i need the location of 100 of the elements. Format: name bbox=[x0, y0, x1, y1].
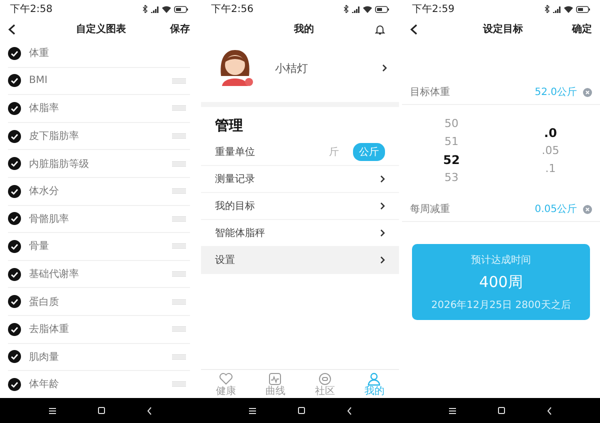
drag-handle-icon[interactable] bbox=[172, 78, 186, 84]
heart-icon bbox=[218, 372, 233, 386]
menu-item[interactable]: 测量记录 bbox=[215, 172, 380, 186]
drag-handle-icon[interactable] bbox=[172, 188, 186, 194]
checkbox[interactable] bbox=[8, 46, 21, 60]
menu-item[interactable]: 重量单位 bbox=[215, 145, 315, 159]
chevron-icon bbox=[380, 229, 385, 237]
clear-icon[interactable] bbox=[583, 88, 592, 96]
chevron-icon bbox=[380, 175, 385, 183]
battery-icon bbox=[174, 6, 188, 12]
metric-label: 体脂率 bbox=[29, 102, 60, 116]
confirm-button[interactable]: 确定 bbox=[572, 22, 592, 36]
field-value[interactable]: 0.05公斤 bbox=[534, 202, 577, 216]
status-time: 下午2:58 bbox=[10, 3, 52, 16]
checkbox[interactable] bbox=[8, 268, 21, 281]
checkbox[interactable] bbox=[8, 350, 21, 364]
tab[interactable]: 社区 bbox=[300, 370, 350, 398]
signal-icon bbox=[553, 6, 561, 12]
wifi-icon bbox=[162, 6, 171, 12]
battery-icon bbox=[576, 6, 590, 12]
drag-handle-icon[interactable] bbox=[172, 216, 186, 222]
picker-option[interactable]: 52 bbox=[443, 151, 460, 169]
chart-icon bbox=[268, 372, 282, 386]
tab[interactable]: 曲线 bbox=[250, 370, 300, 398]
metric-label: 基础代谢率 bbox=[29, 268, 80, 282]
bluetooth-icon bbox=[545, 5, 550, 13]
picker-option[interactable]: 50 bbox=[444, 115, 458, 133]
wifi-icon bbox=[363, 6, 372, 12]
metric-label: 骨骼肌率 bbox=[29, 212, 70, 226]
checkbox[interactable] bbox=[8, 322, 21, 336]
picker-option[interactable]: .0 bbox=[544, 124, 557, 142]
field-label: 每周减重 bbox=[410, 202, 451, 216]
picker-option[interactable]: 53 bbox=[444, 169, 458, 187]
checkbox[interactable] bbox=[8, 212, 21, 226]
home-icon[interactable] bbox=[498, 407, 504, 414]
drag-handle-icon[interactable] bbox=[172, 271, 186, 278]
metric-label: 内脏脂肪等级 bbox=[29, 158, 90, 171]
checkbox[interactable] bbox=[8, 157, 21, 170]
drag-handle-icon[interactable] bbox=[172, 354, 186, 360]
unit-option[interactable]: 斤 bbox=[323, 143, 345, 161]
drag-handle-icon[interactable] bbox=[172, 105, 186, 112]
status-time: 下午2:56 bbox=[211, 3, 254, 16]
bluetooth-icon bbox=[143, 5, 148, 13]
bluetooth-icon bbox=[344, 5, 349, 13]
checkbox[interactable] bbox=[8, 240, 21, 253]
estimate-value: 400周 bbox=[479, 272, 523, 292]
metric-label: BMI bbox=[29, 75, 48, 86]
back-icon[interactable] bbox=[410, 24, 418, 34]
metric-label: 体水分 bbox=[29, 184, 60, 198]
checkbox[interactable] bbox=[8, 184, 21, 198]
menu-icon[interactable] bbox=[48, 408, 56, 414]
wifi-icon bbox=[564, 6, 573, 12]
bell-icon[interactable] bbox=[375, 24, 385, 34]
picker-option[interactable]: .1 bbox=[545, 160, 556, 178]
drag-handle-icon[interactable] bbox=[172, 133, 186, 140]
estimate-date: 2026年12月25日 2800天之后 bbox=[431, 298, 571, 312]
home-icon[interactable] bbox=[98, 407, 104, 414]
menu-icon[interactable] bbox=[448, 408, 456, 414]
unit-option[interactable]: 公斤 bbox=[353, 143, 385, 161]
screen-title: 设定目标 bbox=[483, 22, 523, 36]
checkbox[interactable] bbox=[8, 130, 21, 143]
checkbox[interactable] bbox=[8, 74, 21, 88]
screen-title: 我的 bbox=[294, 22, 314, 36]
menu-item[interactable]: 智能体脂秤 bbox=[215, 226, 380, 240]
picker-option[interactable]: .05 bbox=[542, 142, 560, 160]
checkbox[interactable] bbox=[8, 295, 21, 308]
chevron-icon bbox=[380, 202, 385, 210]
user-name[interactable]: 小桔灯 bbox=[275, 60, 362, 76]
metric-label: 去脂体重 bbox=[29, 322, 70, 336]
metric-label: 皮下脂肪率 bbox=[29, 130, 80, 144]
menu-item[interactable]: 我的目标 bbox=[215, 199, 380, 213]
picker-option[interactable]: 51 bbox=[444, 133, 458, 151]
signal-icon bbox=[151, 6, 159, 12]
save-button[interactable]: 保存 bbox=[170, 22, 190, 36]
battery-icon bbox=[375, 6, 389, 12]
checkbox[interactable] bbox=[8, 378, 21, 391]
back-icon[interactable] bbox=[8, 24, 16, 34]
section-title: 管理 bbox=[214, 117, 244, 136]
metric-label: 骨量 bbox=[29, 240, 50, 254]
field-label: 目标体重 bbox=[410, 86, 451, 99]
checkbox[interactable] bbox=[8, 102, 21, 115]
drag-handle-icon[interactable] bbox=[172, 298, 186, 305]
signal-icon bbox=[352, 6, 360, 12]
person-icon bbox=[367, 372, 382, 386]
metric-label: 蛋白质 bbox=[29, 296, 60, 309]
drag-handle-icon[interactable] bbox=[172, 326, 186, 332]
menu-icon[interactable] bbox=[248, 408, 256, 414]
estimate-caption: 预计达成时间 bbox=[471, 254, 531, 266]
chevron-icon bbox=[382, 64, 387, 72]
tab[interactable]: 健康 bbox=[201, 370, 250, 398]
metric-label: 体重 bbox=[29, 46, 50, 60]
tab[interactable]: 我的 bbox=[350, 370, 399, 398]
drag-handle-icon[interactable] bbox=[172, 243, 186, 250]
drag-handle-icon[interactable] bbox=[172, 381, 186, 388]
metric-label: 体年龄 bbox=[29, 378, 60, 392]
drag-handle-icon[interactable] bbox=[172, 160, 186, 167]
field-value[interactable]: 52.0公斤 bbox=[534, 85, 577, 99]
clear-icon[interactable] bbox=[583, 204, 592, 214]
home-icon[interactable] bbox=[298, 407, 304, 414]
metric-label: 肌肉量 bbox=[29, 350, 60, 364]
